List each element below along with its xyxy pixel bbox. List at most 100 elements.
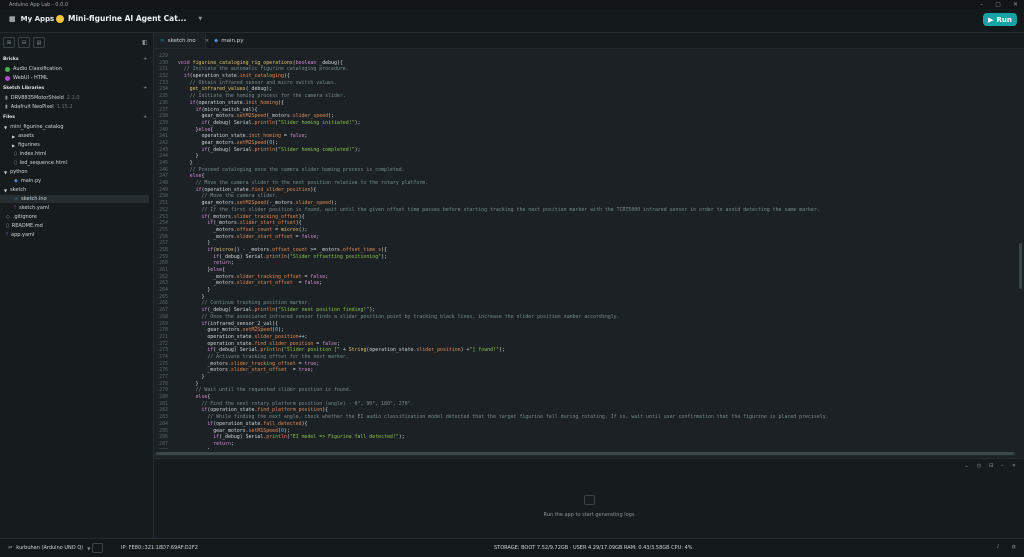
serial-monitor-icon[interactable] xyxy=(92,543,103,553)
code-line[interactable]: 273 if(_debug) Serial.println("Slider po… xyxy=(154,347,1016,354)
close-panel-icon[interactable]: ✕ xyxy=(1012,463,1016,469)
code-line[interactable]: 272 operation_state.find_slider_position… xyxy=(154,341,1016,348)
code-line[interactable]: 257 } xyxy=(154,240,1016,247)
run-button[interactable]: ▶ Run xyxy=(983,13,1017,26)
code-line[interactable]: 234 get_infrared_values(_debug); xyxy=(154,86,1016,93)
code-line[interactable]: 249 if(operation_state.find_slider_posit… xyxy=(154,187,1016,194)
app-selector[interactable]: Mini-figurine AI Agent Cat... ▼ xyxy=(56,14,202,23)
code-line[interactable]: 242 gear_motors.setM2Speed(0); xyxy=(154,140,1016,147)
code-line[interactable]: 264 } xyxy=(154,287,1016,294)
code-line[interactable]: 259 if(_debug) Serial.println("Slider of… xyxy=(154,254,1016,261)
brick-item[interactable]: WebUI - HTML xyxy=(5,75,48,81)
maximize-icon[interactable]: ▢ xyxy=(995,0,1001,9)
file-tree-file[interactable]: ▯ led_sequence.html xyxy=(14,160,67,166)
code-line[interactable]: 238 gear_motors.setM2Speed(_motors.slide… xyxy=(154,113,1016,120)
file-tree-folder[interactable]: ▼ python xyxy=(4,169,28,175)
code-line[interactable]: 255 _motors.offset_count = micros(); xyxy=(154,227,1016,234)
code-line[interactable]: 287 return; xyxy=(154,441,1016,448)
code-line[interactable]: 270 gear_motors.setM2Speed(0); xyxy=(154,327,1016,334)
add-file-icon[interactable]: + xyxy=(143,115,147,120)
library-item[interactable]: ▮ DRV8835MotorShield 2.1.0 xyxy=(5,95,80,101)
file-tree-folder[interactable]: ▶ figurines xyxy=(12,142,40,148)
globe-icon[interactable]: ◍ xyxy=(1012,544,1016,550)
split-icon[interactable]: ⊟ xyxy=(989,463,993,469)
code-line[interactable]: 266 // Continue tracking position marker… xyxy=(154,300,1016,307)
code-line[interactable]: 281 // Find the next rotary platform pos… xyxy=(154,401,1016,408)
code-line[interactable]: 265 } xyxy=(154,294,1016,301)
code-line[interactable]: 250 // Move the camera slider. xyxy=(154,193,1016,200)
code-line[interactable]: 251 gear_motors.setM2Speed(-_motors.slid… xyxy=(154,200,1016,207)
vertical-scrollbar[interactable] xyxy=(1019,243,1022,289)
code-line[interactable]: 285 gear_motors.setM1Speed(0); xyxy=(154,428,1016,435)
close-tab-icon[interactable]: × xyxy=(205,38,210,44)
bricks-icon[interactable]: ⊞ xyxy=(3,37,15,48)
code-line[interactable]: 244 } xyxy=(154,153,1016,160)
code-line[interactable]: 237 if(micro_switch_val){ xyxy=(154,107,1016,114)
code-line[interactable]: 260 return; xyxy=(154,260,1016,267)
code-line[interactable]: 279 // Wait until the requested slider p… xyxy=(154,387,1016,394)
code-line[interactable]: 277 } xyxy=(154,374,1016,381)
code-line[interactable]: 267 if(_debug) Serial.println("Slider ne… xyxy=(154,307,1016,314)
code-line[interactable]: 261 }else{ xyxy=(154,267,1016,274)
code-line[interactable]: 252 // If the first slider position is f… xyxy=(154,207,1016,214)
libraries-icon[interactable]: ⊟ xyxy=(18,37,30,48)
file-tree-folder[interactable]: ▼ mini_figurine_catalog xyxy=(4,124,64,130)
tab-main-py[interactable]: ◆ main.py xyxy=(214,33,254,48)
add-brick-icon[interactable]: + xyxy=(143,57,147,62)
library-item[interactable]: ▮ Adafruit NeoPixel 1.15.2 xyxy=(5,104,73,110)
code-line[interactable]: 283 // While finding the next angle, che… xyxy=(154,414,1016,421)
close-icon[interactable]: ✕ xyxy=(1013,0,1018,9)
board-selector[interactable]: ⇌ kurbuhan (Arduino UNO Q) ▼ xyxy=(8,545,90,551)
file-tree-file[interactable]: ! sketch.yaml xyxy=(14,205,49,211)
file-tree-file[interactable]: ▯ README.md xyxy=(6,223,43,229)
code-line[interactable]: 246 // Proceed cataloging once the camer… xyxy=(154,167,1016,174)
code-line[interactable]: 233 // Obtain infrared sensor and micro … xyxy=(154,80,1016,87)
files-icon[interactable]: ▤ xyxy=(33,37,45,48)
code-line[interactable]: 236 if(operation_state.init_homing){ xyxy=(154,100,1016,107)
code-line[interactable]: 241 operation_state.init_homing = false; xyxy=(154,133,1016,140)
minimize-panel-icon[interactable]: – xyxy=(1001,463,1004,469)
code-line[interactable]: 231 // Initiate the automatic figurine c… xyxy=(154,66,1016,73)
code-line[interactable]: 243 if(_debug) Serial.println("Slider ho… xyxy=(154,147,1016,154)
horizontal-scrollbar-thumb[interactable] xyxy=(156,452,1014,455)
code-line[interactable]: 235 // Initiate the homing process for t… xyxy=(154,93,1016,100)
file-tree-folder[interactable]: ▼ sketch xyxy=(4,187,26,193)
file-tree-file[interactable]: ▯ index.html xyxy=(14,151,46,157)
brick-item[interactable]: Audio Classification xyxy=(5,66,62,72)
minimize-icon[interactable]: – xyxy=(980,0,983,9)
code-line[interactable]: 282 if(operation_state.find_platform_pos… xyxy=(154,407,1016,414)
code-line[interactable]: 258 if(micros() - _motors.offset_count >… xyxy=(154,247,1016,254)
file-tree-file-selected[interactable]: ∞ sketch.ino xyxy=(0,195,149,203)
sidebar-toggle-icon[interactable]: ◧ xyxy=(142,39,148,46)
add-library-icon[interactable]: + xyxy=(143,86,147,91)
code-area[interactable]: 229 230 void figurine_cataloging_rig_oper… xyxy=(154,53,1016,449)
code-line[interactable]: 268 // Once the associated infrared sens… xyxy=(154,314,1016,321)
clock-icon[interactable]: ◷ xyxy=(977,463,981,469)
code-line[interactable]: 229 xyxy=(154,53,1016,60)
code-line[interactable]: 256 _motors.slider_start_offset = false; xyxy=(154,234,1016,241)
tab-sketch-ino[interactable]: ∞ sketch.ino × xyxy=(154,33,209,48)
code-line[interactable]: 278 } xyxy=(154,381,1016,388)
file-tree-file[interactable]: ◇ .gitignore xyxy=(6,214,37,220)
code-line[interactable]: 288 } xyxy=(154,448,1016,449)
code-line[interactable]: 232 if(operation_state.init_cataloging){ xyxy=(154,73,1016,80)
code-line[interactable]: 254 if(_motors.slider_start_offset){ xyxy=(154,220,1016,227)
code-line[interactable]: 269 if(infrared_sensor_2_val){ xyxy=(154,321,1016,328)
filter-icon[interactable]: ⌄ xyxy=(965,463,969,469)
code-line[interactable]: 253 if(_motors.slider_tracking_offset){ xyxy=(154,214,1016,221)
code-line[interactable]: 239 if(_debug) Serial.println("Slider ho… xyxy=(154,120,1016,127)
code-line[interactable]: 262 _motors.slider_tracking_offset = fal… xyxy=(154,274,1016,281)
file-tree-file[interactable]: ◆ main.py xyxy=(14,178,41,184)
code-line[interactable]: 263 _motors.slider_start_offset = false; xyxy=(154,280,1016,287)
code-line[interactable]: 230 void figurine_cataloging_rig_operati… xyxy=(154,60,1016,67)
code-line[interactable]: 275 _motors.slider_tracking_offset = tru… xyxy=(154,361,1016,368)
code-line[interactable]: 240 }else{ xyxy=(154,127,1016,134)
code-line[interactable]: 245 } xyxy=(154,160,1016,167)
my-apps-link[interactable]: ▦ My Apps xyxy=(9,15,54,23)
code-line[interactable]: 276 _motors.slider_start_offset = true; xyxy=(154,367,1016,374)
code-line[interactable]: 284 if(operation_state.fall_detected){ xyxy=(154,421,1016,428)
code-line[interactable]: 280 else{ xyxy=(154,394,1016,401)
file-tree-file[interactable]: ! app.yaml xyxy=(6,232,34,238)
file-tree-folder[interactable]: ▶ assets xyxy=(12,133,34,139)
code-line[interactable]: 271 operation_state.slider_position++; xyxy=(154,334,1016,341)
